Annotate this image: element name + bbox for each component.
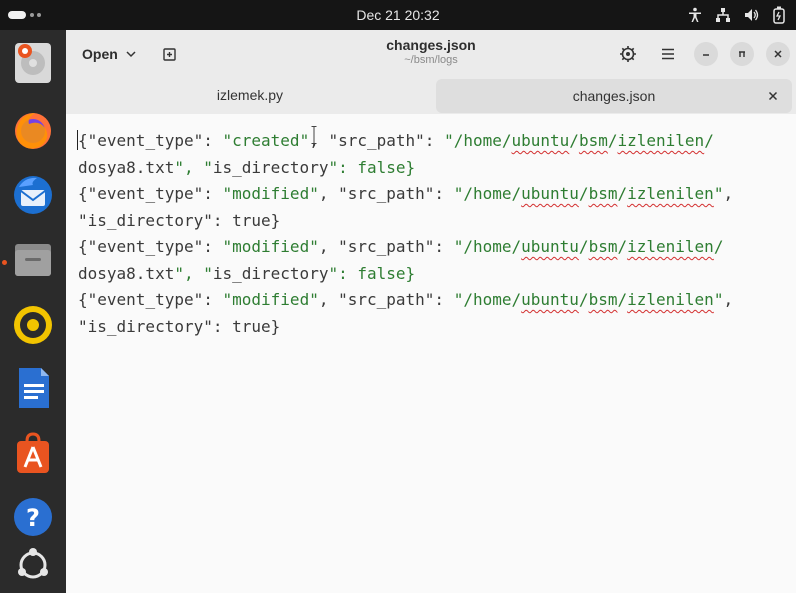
tab-changes-json[interactable]: changes.json: [436, 79, 792, 113]
code-line: dosya8.txt", "is_directory": false}: [78, 263, 416, 283]
header-controls: [614, 40, 790, 68]
code-line: "is_directory": true}: [78, 316, 281, 336]
running-indicator: [2, 260, 7, 265]
clock[interactable]: Dec 21 20:32: [0, 7, 796, 23]
writer-icon[interactable]: [8, 363, 58, 413]
show-apps-icon[interactable]: [8, 540, 58, 590]
app-center-icon[interactable]: [8, 428, 58, 478]
code-line: {"event_type": "modified", "src_path": "…: [78, 290, 734, 309]
code-line: dosya8.txt", "is_directory": false}: [78, 157, 416, 177]
code-line: "is_directory": true}: [78, 210, 281, 230]
close-icon: [768, 91, 778, 101]
hamburger-menu-icon: [662, 48, 674, 60]
main-menu-button[interactable]: [654, 40, 682, 68]
header-bar: Open changes.json ~/bsm/logs: [66, 30, 796, 78]
top-bar: Dec 21 20:32: [0, 0, 796, 30]
code-line: {"event_type": "created", "src_path": "/…: [78, 131, 714, 150]
accessibility-icon[interactable]: [686, 6, 704, 24]
text-editor-window: Open changes.json ~/bsm/logs izlemek.py …: [66, 30, 796, 593]
minimize-icon: [703, 54, 709, 56]
text-editor[interactable]: {"event_type": "created", "src_path": "/…: [66, 114, 796, 593]
volume-icon[interactable]: [742, 6, 760, 24]
tab-label: izlemek.py: [216, 87, 284, 103]
tab-label: changes.json: [572, 88, 656, 104]
code-line: {"event_type": "modified", "src_path": "…: [78, 237, 724, 256]
files-icon[interactable]: [8, 235, 58, 285]
thunderbird-icon[interactable]: [8, 170, 58, 220]
settings-button[interactable]: [614, 40, 642, 68]
battery-icon[interactable]: [770, 6, 788, 24]
rhythmbox-icon[interactable]: [8, 300, 58, 350]
svg-text:?: ?: [26, 504, 40, 532]
system-tray[interactable]: [686, 5, 788, 25]
tab-izlemek-py[interactable]: izlemek.py: [66, 78, 434, 112]
close-button[interactable]: [766, 42, 790, 66]
help-icon[interactable]: ?: [8, 492, 58, 542]
restore-icon: [739, 51, 745, 57]
gear-icon: [620, 46, 636, 62]
code-content[interactable]: {"event_type": "created", "src_path": "/…: [78, 128, 733, 340]
code-line: {"event_type": "modified", "src_path": "…: [78, 184, 734, 203]
dock: ?: [0, 30, 66, 593]
close-icon: [774, 50, 782, 58]
tab-close-button[interactable]: [764, 87, 782, 105]
minimize-button[interactable]: [694, 42, 718, 66]
ubuntu-dock-disk-icon[interactable]: [8, 38, 58, 88]
maximize-button[interactable]: [730, 42, 754, 66]
firefox-icon[interactable]: [8, 105, 58, 155]
network-icon[interactable]: [714, 6, 732, 24]
tab-bar: izlemek.py changes.json: [66, 78, 796, 114]
